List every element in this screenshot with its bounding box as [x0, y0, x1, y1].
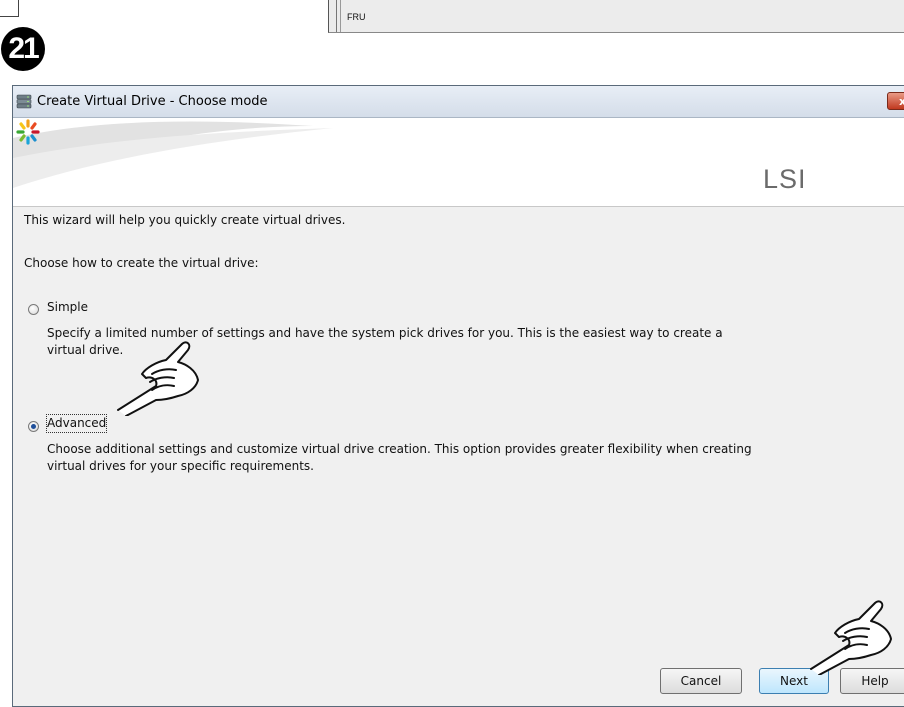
previous-screenshot-fragment: FRU — [0, 0, 904, 34]
lsi-starburst-icon — [16, 119, 40, 145]
lsi-logo-text: LSI — [763, 164, 807, 194]
advanced-description-line1: Choose additional settings and customize… — [47, 442, 752, 456]
advanced-radio[interactable] — [28, 421, 39, 432]
title-bar[interactable]: Create Virtual Drive - Choose mode x — [13, 86, 904, 118]
pointing-hand-icon — [117, 341, 199, 416]
fru-label: FRU — [347, 12, 366, 22]
wizard-banner: LSI — [13, 118, 904, 207]
advanced-description-line2: virtual drives for your specific require… — [47, 459, 314, 473]
fragment-divider-2 — [340, 0, 341, 32]
intro-text: This wizard will help you quickly create… — [24, 213, 346, 227]
step-number-badge: 21 — [1, 27, 45, 71]
prompt-text: Choose how to create the virtual drive: — [24, 256, 259, 270]
simple-radio-label[interactable]: Simple — [47, 299, 88, 316]
fragment-box-right: FRU — [328, 0, 904, 33]
dialog-title: Create Virtual Drive - Choose mode — [37, 94, 268, 109]
simple-radio[interactable] — [28, 304, 39, 315]
database-icon — [16, 94, 32, 109]
cancel-button[interactable]: Cancel — [660, 668, 742, 694]
close-icon[interactable]: x — [887, 92, 904, 110]
wizard-content: This wizard will help you quickly create… — [13, 207, 904, 706]
fragment-box-left — [0, 0, 19, 17]
pointing-hand-icon — [810, 600, 892, 675]
advanced-radio-label[interactable]: Advanced — [45, 414, 108, 433]
fragment-divider — [336, 0, 337, 32]
